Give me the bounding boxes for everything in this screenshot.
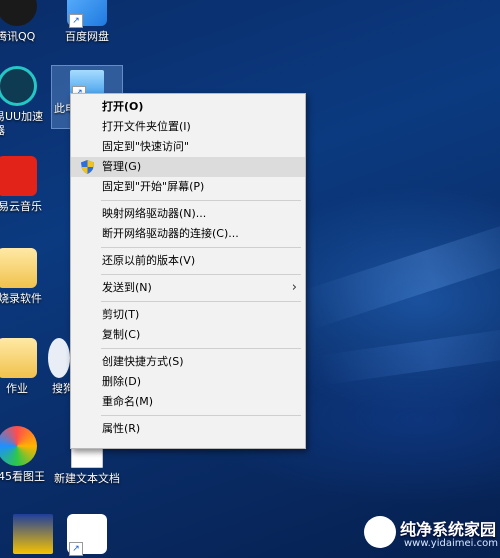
menu-item-label: 打开(O) xyxy=(102,100,144,113)
burn-software-folder-icon xyxy=(0,248,37,288)
submenu-chevron-icon: › xyxy=(291,280,297,295)
bird-app-icon: ↗ xyxy=(67,514,107,556)
netease-music-icon xyxy=(0,156,37,196)
menu-item-label: 属性(R) xyxy=(102,422,141,435)
menu-separator xyxy=(101,415,301,416)
desktop-icon-label: 易云音乐 xyxy=(0,200,42,213)
desktop-icon-label: 新建文本文档 xyxy=(54,472,120,485)
menu-item-label: 发送到(N) xyxy=(102,281,152,294)
desktop-icon-label: 腾讯QQ xyxy=(0,30,36,43)
menu-item-label: 剪切(T) xyxy=(102,308,140,321)
image-viewer-icon xyxy=(0,426,37,466)
menu-separator xyxy=(101,301,301,302)
sogou-icon xyxy=(48,338,70,378)
menu-item-label: 固定到"开始"屏幕(P) xyxy=(102,180,205,193)
shortcut-arrow-icon: ↗ xyxy=(69,542,83,556)
watermark-logo-icon xyxy=(364,516,396,548)
menu-item-label: 映射网络驱动器(N)... xyxy=(102,207,207,220)
desktop-icon-qq[interactable]: 腾讯QQ xyxy=(0,0,52,44)
menu-item-label: 固定到"快速访问" xyxy=(102,140,190,153)
desktop-icon-label: 易UU加速 器 xyxy=(0,110,44,137)
desktop-icon-netease-music[interactable]: 易云音乐 xyxy=(0,156,52,214)
desktop-icon-baidu-netdisk[interactable]: ↗ 百度网盘 xyxy=(52,0,122,44)
menu-item-label: 创建快捷方式(S) xyxy=(102,355,184,368)
shortcut-arrow-icon: ↗ xyxy=(69,14,83,28)
baidu-netdisk-icon: ↗ xyxy=(67,0,107,28)
menu-item-create-shortcut[interactable]: 创建快捷方式(S) xyxy=(71,352,305,372)
menu-item-pin-quick-access[interactable]: 固定到"快速访问" xyxy=(71,137,305,157)
menu-item-label: 删除(D) xyxy=(102,375,142,388)
desktop-icon-burn-software[interactable]: 烧录软件 xyxy=(0,248,52,306)
menu-item-open-file-location[interactable]: 打开文件夹位置(I) xyxy=(71,117,305,137)
app-icon xyxy=(13,514,53,554)
menu-item-label: 复制(C) xyxy=(102,328,141,341)
menu-item-rename[interactable]: 重命名(M) xyxy=(71,392,305,412)
watermark: 纯净系统家园 www.yidaimei.com xyxy=(360,510,500,558)
desktop-icon-uu-accelerator[interactable]: 易UU加速 器 xyxy=(0,66,52,138)
menu-separator xyxy=(101,274,301,275)
menu-item-label: 断开网络驱动器的连接(C)... xyxy=(102,227,239,240)
menu-item-manage[interactable]: 管理(G) xyxy=(71,157,305,177)
menu-item-properties[interactable]: 属性(R) xyxy=(71,419,305,439)
menu-separator xyxy=(101,247,301,248)
menu-item-copy[interactable]: 复制(C) xyxy=(71,325,305,345)
menu-item-label: 还原以前的版本(V) xyxy=(102,254,196,267)
wallpaper-light-beam xyxy=(300,210,500,330)
desktop-icon-label: 烧录软件 xyxy=(0,292,42,305)
menu-item-label: 管理(G) xyxy=(102,160,142,173)
qq-icon xyxy=(0,0,37,26)
uu-accelerator-icon xyxy=(0,66,37,106)
menu-item-pin-start[interactable]: 固定到"开始"屏幕(P) xyxy=(71,177,305,197)
desktop-icon-label: 45看图王 xyxy=(0,470,45,483)
menu-item-label: 打开文件夹位置(I) xyxy=(102,120,191,133)
menu-item-cut[interactable]: 剪切(T) xyxy=(71,305,305,325)
menu-separator xyxy=(101,348,301,349)
menu-item-map-network-drive[interactable]: 映射网络驱动器(N)... xyxy=(71,204,305,224)
uac-shield-icon xyxy=(81,160,94,174)
desktop-icon-image-viewer[interactable]: 45看图王 xyxy=(0,426,52,484)
menu-item-delete[interactable]: 删除(D) xyxy=(71,372,305,392)
desktop-icon-label: 百度网盘 xyxy=(65,30,109,43)
context-menu: 打开(O) 打开文件夹位置(I) 固定到"快速访问" 管理(G) 固定到"开始"… xyxy=(70,93,306,449)
menu-item-open[interactable]: 打开(O) xyxy=(71,97,305,117)
menu-separator xyxy=(101,200,301,201)
menu-item-disconnect-network-drive[interactable]: 断开网络驱动器的连接(C)... xyxy=(71,224,305,244)
menu-item-send-to[interactable]: 发送到(N) › xyxy=(71,278,305,298)
menu-item-restore-previous-versions[interactable]: 还原以前的版本(V) xyxy=(71,251,305,271)
menu-item-label: 重命名(M) xyxy=(102,395,154,408)
desktop-icon-partial-bottom[interactable]: ↗ xyxy=(52,514,122,556)
homework-folder-icon xyxy=(0,338,37,378)
watermark-title: 纯净系统家园 xyxy=(400,520,497,539)
watermark-url: www.yidaimei.com xyxy=(404,538,498,549)
wallpaper-light-beam xyxy=(318,324,500,386)
